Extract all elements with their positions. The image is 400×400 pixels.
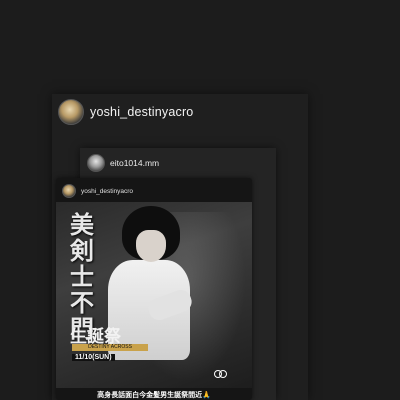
repost-header[interactable]: yoshi_destinyacro (58, 98, 193, 126)
story-caption: 高身長話面白今金髪男生誕祭間近🙏 (97, 392, 211, 399)
infinity-logo-icon (214, 370, 228, 378)
poster-event-date: 11/10(SUN) (72, 354, 115, 361)
poster-figure-face (136, 230, 166, 262)
poster-event-subtitle: DESTINY ACROSS (72, 344, 148, 351)
avatar[interactable] (58, 99, 84, 125)
event-poster-image: 美剣士不門 生誕祭 DESTINY ACROSS 11/10(SUN) (56, 202, 252, 388)
inner-post-header[interactable]: eito1014.mm (87, 152, 159, 174)
inner-post-username[interactable]: eito1014.mm (110, 158, 159, 168)
repost-username[interactable]: yoshi_destinyacro (90, 105, 193, 119)
story-card[interactable]: yoshi_destinyacro 美剣士不門 生誕祭 DESTINY ACRO… (56, 178, 252, 400)
story-username[interactable]: yoshi_destinyacro (81, 188, 133, 195)
avatar[interactable] (87, 154, 105, 172)
story-header[interactable]: yoshi_destinyacro (62, 182, 133, 200)
avatar[interactable] (62, 184, 76, 198)
